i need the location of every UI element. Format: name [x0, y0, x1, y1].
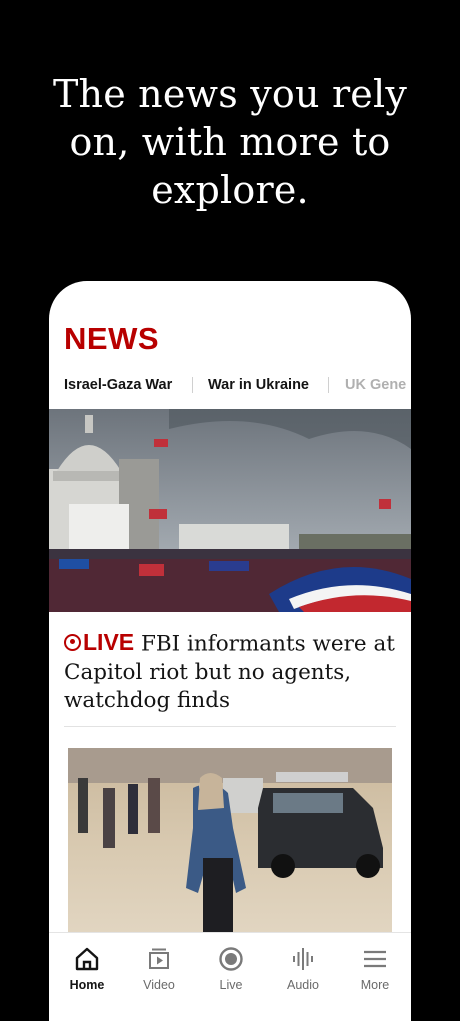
live-label: LIVE [83, 629, 135, 655]
topic-separator [328, 377, 329, 393]
video-icon [149, 948, 169, 969]
menu-icon [364, 950, 386, 968]
audio-icon [293, 948, 313, 970]
topic-uk-general[interactable]: UK Gene [345, 373, 406, 397]
topic-israel-gaza-war[interactable]: Israel-Gaza War [64, 373, 172, 397]
tab-audio-label: Audio [287, 978, 319, 992]
phone-screen: NEWS Israel-Gaza War War in Ukraine UK G… [49, 281, 411, 1021]
live-badge: LIVE [64, 628, 134, 656]
news-logo: NEWS [64, 321, 159, 356]
tab-more-label: More [360, 978, 390, 992]
tab-more[interactable]: More [339, 933, 411, 997]
tab-live-label: Live [219, 978, 243, 992]
top-story[interactable]: LIVE FBI informants were at Capitol riot… [64, 628, 399, 715]
tab-video[interactable]: Video [123, 933, 195, 997]
second-story-image[interactable] [68, 748, 392, 938]
tab-audio[interactable]: Audio [267, 933, 339, 997]
promo-headline: The news you rely on, with more to explo… [0, 70, 460, 214]
topic-separator [192, 377, 193, 393]
bottom-tab-bar: Home Video Live Audio More [49, 932, 411, 997]
promo-line-3: explore. [151, 168, 309, 212]
live-icon [219, 947, 243, 971]
tab-video-label: Video [143, 978, 175, 992]
promo-line-2: on, with more to [69, 120, 391, 164]
hero-image-capitol-crowd[interactable] [49, 409, 411, 612]
topic-war-in-ukraine[interactable]: War in Ukraine [208, 373, 309, 397]
tab-home-label: Home [69, 978, 105, 992]
tab-home[interactable]: Home [51, 933, 123, 997]
live-indicator-icon [64, 633, 81, 651]
home-icon [75, 947, 99, 971]
tab-live[interactable]: Live [195, 933, 267, 997]
promo-line-1: The news you rely [52, 72, 408, 116]
story-divider [64, 726, 396, 727]
topic-nav: Israel-Gaza War War in Ukraine UK Gene [49, 373, 411, 397]
